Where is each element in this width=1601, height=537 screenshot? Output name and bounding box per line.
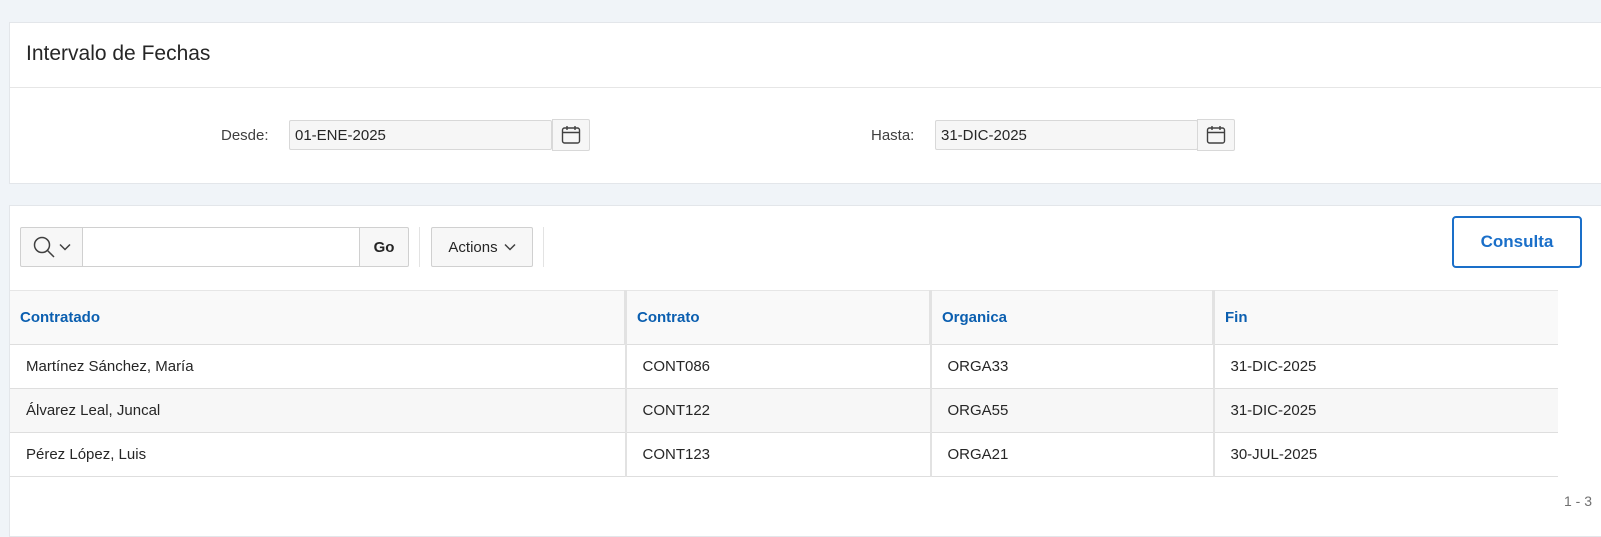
cell-organica: ORGA55 — [930, 388, 1215, 433]
cell-contrato: CONT123 — [625, 432, 932, 477]
cell-contratado: Martínez Sánchez, María — [10, 344, 627, 389]
table-row: Álvarez Leal, Juncal CONT122 ORGA55 31-D… — [10, 388, 1558, 433]
from-calendar-button[interactable] — [552, 119, 590, 151]
date-range-title: Intervalo de Fechas — [26, 42, 211, 65]
go-button[interactable]: Go — [359, 227, 409, 267]
report-region: Go Actions Consulta Contratado Contrato … — [9, 205, 1601, 537]
actions-label: Actions — [448, 238, 498, 256]
pagination-label: 1 - 3 — [1563, 493, 1592, 509]
consulta-button[interactable]: Consulta — [1452, 216, 1582, 268]
cell-organica: ORGA33 — [930, 344, 1215, 389]
cell-organica: ORGA21 — [930, 432, 1215, 477]
from-label: Desde: — [221, 127, 269, 144]
to-label: Hasta: — [871, 127, 915, 144]
cell-fin: 31-DIC-2025 — [1213, 344, 1558, 389]
date-range-region: Intervalo de Fechas Desde: 01-ENE-2025 H… — [9, 22, 1601, 184]
table-header-row: Contratado Contrato Organica Fin — [10, 290, 1558, 345]
to-date-input[interactable]: 31-DIC-2025 — [935, 120, 1198, 150]
table-row: Pérez López, Luis CONT123 ORGA21 30-JUL-… — [10, 432, 1558, 477]
cell-contrato: CONT086 — [625, 344, 932, 389]
table-row: Martínez Sánchez, María CONT086 ORGA33 3… — [10, 344, 1558, 389]
column-header-organica[interactable]: Organica — [930, 290, 1215, 345]
calendar-icon — [561, 126, 581, 144]
toolbar-divider — [543, 227, 544, 267]
from-date-input[interactable]: 01-ENE-2025 — [289, 120, 552, 150]
chevron-down-icon — [504, 243, 516, 251]
to-calendar-button[interactable] — [1197, 119, 1235, 151]
cell-contratado: Pérez López, Luis — [10, 432, 627, 477]
actions-button[interactable]: Actions — [431, 227, 533, 267]
column-header-contratado[interactable]: Contratado — [10, 290, 627, 345]
search-input[interactable] — [83, 227, 360, 267]
calendar-icon — [1206, 126, 1226, 144]
search-column-toggle[interactable] — [20, 227, 83, 267]
cell-contrato: CONT122 — [625, 388, 932, 433]
search-icon — [33, 236, 55, 258]
date-range-header: Intervalo de Fechas — [10, 23, 1601, 88]
toolbar-divider — [419, 227, 420, 267]
chevron-down-icon — [58, 243, 71, 251]
cell-fin: 31-DIC-2025 — [1213, 388, 1558, 433]
column-header-fin[interactable]: Fin — [1213, 290, 1558, 345]
column-header-contrato[interactable]: Contrato — [625, 290, 932, 345]
cell-contratado: Álvarez Leal, Juncal — [10, 388, 627, 433]
report-table: Contratado Contrato Organica Fin Martíne… — [10, 290, 1558, 477]
cell-fin: 30-JUL-2025 — [1213, 432, 1558, 477]
